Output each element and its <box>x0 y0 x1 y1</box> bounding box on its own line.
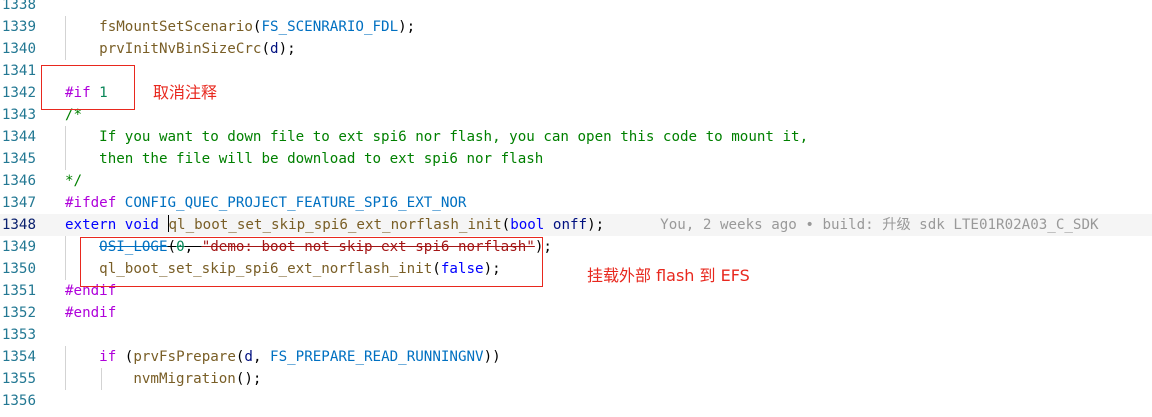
code-token: ); <box>398 19 416 35</box>
code-token: FS_SCENRARIO_FDL <box>261 19 399 35</box>
code-line[interactable]: 1338 <box>0 0 1152 16</box>
line-number: 1339 <box>1 19 36 35</box>
code-token: if <box>99 349 117 365</box>
code-token: nvmMigration <box>133 371 236 387</box>
line-number: 1351 <box>1 283 36 299</box>
uncomment-highlight-box <box>41 65 135 110</box>
code-line[interactable]: 1356 <box>0 390 1152 412</box>
line-number: 1355 <box>1 371 36 387</box>
code-text: then the file will be download to ext sp… <box>65 148 543 170</box>
uncomment-annotation: 取消注释 <box>153 83 218 102</box>
code-text: fsMountSetScenario(FS_SCENRARIO_FDL); <box>65 16 415 38</box>
code-line[interactable]: 1348 extern void ql_boot_set_skip_spi6_ex… <box>0 214 1152 236</box>
code-text: nvmMigration(); <box>65 368 261 390</box>
mount-highlight-box <box>80 237 543 287</box>
code-line[interactable]: 1353 <box>0 324 1152 346</box>
code-token: ( <box>116 349 134 365</box>
code-line[interactable]: 1344 If you want to down file to ext spi… <box>0 126 1152 148</box>
code-token: FS_PREPARE_READ_RUNNINGNV <box>270 349 484 365</box>
code-line[interactable]: 1346 */ <box>0 170 1152 192</box>
line-number: 1340 <box>1 41 36 57</box>
code-token: d <box>244 349 253 365</box>
code-token: (); <box>235 371 262 387</box>
code-token: then the file will be download to ext sp… <box>65 151 544 167</box>
code-token: prvFsPrepare <box>133 349 236 365</box>
line-number: 1342 <box>1 85 36 101</box>
code-text: #endif <box>65 302 116 324</box>
line-number: 1346 <box>1 173 36 189</box>
code-token: ); <box>587 217 605 233</box>
code-line[interactable]: 1345 then the file will be download to e… <box>0 148 1152 170</box>
code-token: ( <box>261 41 271 57</box>
code-text: If you want to down file to ext spi6 nor… <box>65 126 808 148</box>
line-number: 1349 <box>1 239 36 255</box>
code-token: ( <box>501 217 511 233</box>
code-token: fsMountSetScenario <box>99 19 253 35</box>
code-editor[interactable]: 1338 1339 fsMountSetScenario(FS_SCENRARIO… <box>0 0 1152 417</box>
code-text: #ifdef CONFIG_QUEC_PROJECT_FEATURE_SPI6_… <box>65 192 466 214</box>
code-token: */ <box>65 173 83 189</box>
code-token: , <box>252 349 271 365</box>
line-number: 1344 <box>1 129 36 145</box>
code-token: CONFIG_QUEC_PROJECT_FEATURE_SPI6_EXT_NOR <box>124 195 467 211</box>
line-number: 1353 <box>1 327 36 343</box>
code-line[interactable]: 1352 #endif <box>0 302 1152 324</box>
code-token: #endif <box>65 305 117 321</box>
code-token: bool <box>510 217 545 233</box>
code-line[interactable]: 1339 fsMountSetScenario(FS_SCENRARIO_FDL… <box>0 16 1152 38</box>
code-line[interactable]: 1343/* <box>0 104 1152 126</box>
git-blame-annotation: You, 2 weeks ago • build: 升级 sdk LTE01R0… <box>660 217 1099 233</box>
code-line[interactable]: 1340 prvInitNvBinSizeCrc(d); <box>0 38 1152 60</box>
code-token: ); <box>278 41 296 57</box>
code-token: prvInitNvBinSizeCrc <box>99 41 262 57</box>
line-number: 1356 <box>1 393 36 409</box>
code-text: extern void ql_boot_set_skip_spi6_ext_no… <box>65 214 1099 236</box>
code-token: )) <box>483 349 501 365</box>
line-number: 1352 <box>1 305 36 321</box>
line-number: 1345 <box>1 151 36 167</box>
code-token: onff <box>552 217 588 233</box>
line-number: 1350 <box>1 261 36 277</box>
line-number: 1354 <box>1 349 36 365</box>
code-line[interactable]: 1355 nvmMigration(); <box>0 368 1152 390</box>
line-number: 1343 <box>1 107 36 123</box>
code-token: extern <box>65 217 117 233</box>
code-text: */ <box>65 170 82 192</box>
line-number: 1338 <box>1 0 36 13</box>
mount-annotation: 挂载外部 flash 到 EFS <box>587 266 750 285</box>
code-line[interactable]: 1347 #ifdef CONFIG_QUEC_PROJECT_FEATURE_S… <box>0 192 1152 214</box>
code-token: d <box>270 41 279 57</box>
code-text: if (prvFsPrepare(d, FS_PREPARE_READ_RUNN… <box>65 346 501 368</box>
code-token: void <box>124 217 159 233</box>
code-token: #ifdef <box>65 195 117 211</box>
line-number: 1341 <box>1 63 36 79</box>
line-number: 1348 <box>1 217 36 233</box>
code-line[interactable]: 1354 if (prvFsPrepare(d, FS_PREPARE_READ… <box>0 346 1152 368</box>
code-token: ql_boot_set_skip_spi6_ext_norflash_init <box>168 217 502 233</box>
line-number: 1347 <box>1 195 36 211</box>
code-text: prvInitNvBinSizeCrc(d); <box>65 38 296 60</box>
code-token: If you want to down file to ext spi6 nor… <box>65 129 809 145</box>
